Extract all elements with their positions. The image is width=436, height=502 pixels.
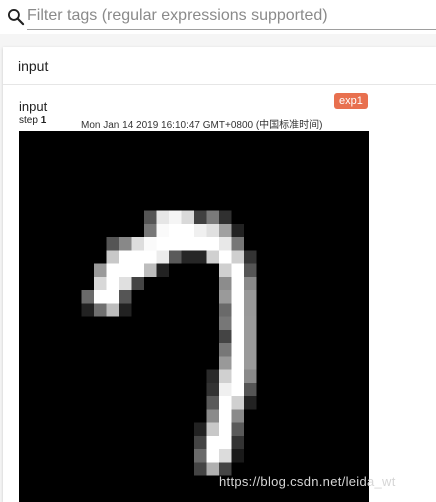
run-badge: exp1 xyxy=(334,93,368,109)
wall-time: Mon Jan 14 2019 16:10:47 GMT+0800 (中国标准时… xyxy=(81,120,323,131)
watermark: https://blog.csdn.net/leida_wt xyxy=(219,474,396,489)
search-icon xyxy=(8,9,25,26)
filter-bar xyxy=(0,0,436,34)
card-tag-name: input xyxy=(19,99,48,114)
tag-group-section: input input exp1 step 1 Mon Jan 14 2019 … xyxy=(3,47,436,502)
filter-underline xyxy=(27,29,436,30)
image-panel[interactable] xyxy=(19,131,369,502)
step-value: 1 xyxy=(40,115,47,126)
tag-group-title: input xyxy=(18,58,49,74)
step-label: step xyxy=(19,115,38,126)
step-indicator: step 1 xyxy=(19,115,46,126)
digit-image xyxy=(19,131,369,502)
filter-tags-input[interactable] xyxy=(27,3,427,29)
image-card: input exp1 step 1 Mon Jan 14 2019 16:10:… xyxy=(3,93,383,502)
tag-group-header[interactable]: input xyxy=(3,47,436,85)
